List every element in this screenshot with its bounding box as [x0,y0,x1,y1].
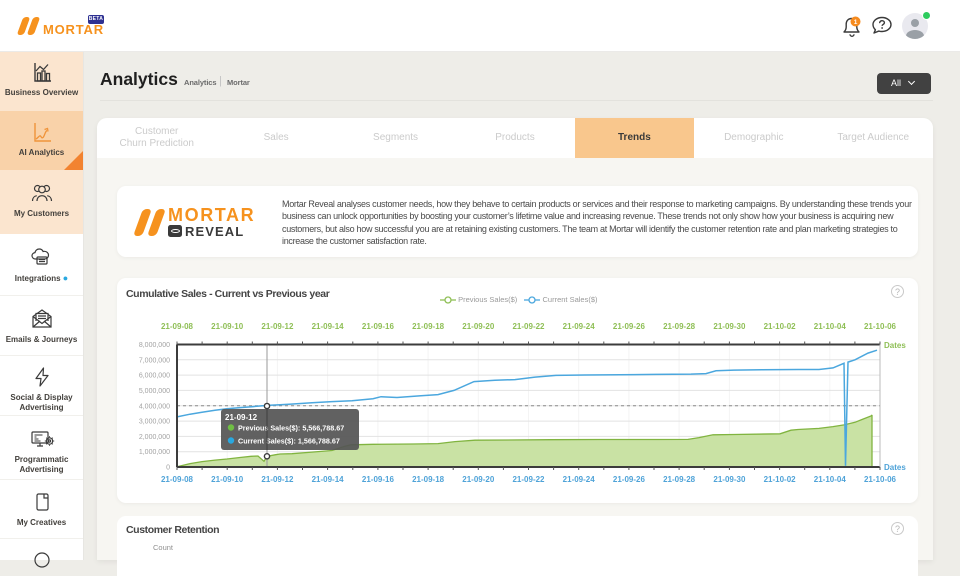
svg-text:21-09-08: 21-09-08 [161,475,194,484]
svg-text:21-09-20: 21-09-20 [462,322,495,331]
svg-text:Current Sales($): 1,566,788.67: Current Sales($): 1,566,788.67 [238,437,340,446]
svg-text:6,000,000: 6,000,000 [139,373,170,380]
svg-text:21-10-06: 21-10-06 [864,322,897,331]
svg-text:2,000,000: 2,000,000 [139,434,170,441]
svg-text:21-09-14: 21-09-14 [312,322,345,331]
svg-text:8,000,000: 8,000,000 [139,342,170,349]
svg-text:21-09-12: 21-09-12 [225,413,258,422]
svg-text:21-09-14: 21-09-14 [312,475,345,484]
svg-text:21-10-06: 21-10-06 [864,475,897,484]
svg-text:21-09-22: 21-09-22 [512,322,545,331]
svg-text:Previous Sales($): 5,566,788.6: Previous Sales($): 5,566,788.67 [238,424,344,433]
svg-text:21-09-30: 21-09-30 [713,322,746,331]
svg-text:21-09-08: 21-09-08 [161,322,194,331]
svg-text:21-10-04: 21-10-04 [814,322,847,331]
svg-text:21-09-10: 21-09-10 [211,322,244,331]
svg-text:21-09-28: 21-09-28 [663,475,696,484]
svg-text:21-09-24: 21-09-24 [563,475,596,484]
svg-text:3,000,000: 3,000,000 [139,419,170,426]
svg-text:21-09-24: 21-09-24 [563,322,596,331]
svg-text:21-09-20: 21-09-20 [462,475,495,484]
svg-text:Dates: Dates [884,463,906,472]
svg-text:21-09-22: 21-09-22 [512,475,545,484]
svg-text:5,000,000: 5,000,000 [139,388,170,395]
svg-text:1,000,000: 1,000,000 [139,449,170,456]
svg-text:21-09-18: 21-09-18 [412,475,445,484]
svg-text:21-09-18: 21-09-18 [412,322,445,331]
svg-text:4,000,000: 4,000,000 [139,403,170,410]
svg-text:1: 1 [854,19,858,26]
svg-text:0: 0 [166,465,170,472]
svg-text:21-10-04: 21-10-04 [814,475,847,484]
svg-text:21-09-12: 21-09-12 [261,475,294,484]
svg-text:21-10-02: 21-10-02 [764,322,797,331]
svg-text:21-09-16: 21-09-16 [362,322,395,331]
svg-text:Dates: Dates [884,341,906,350]
svg-text:21-09-12: 21-09-12 [261,322,294,331]
svg-text:21-09-26: 21-09-26 [613,322,646,331]
svg-text:21-09-16: 21-09-16 [362,475,395,484]
svg-text:21-09-26: 21-09-26 [613,475,646,484]
svg-text:7,000,000: 7,000,000 [139,357,170,364]
svg-text:21-10-02: 21-10-02 [764,475,797,484]
svg-text:21-09-10: 21-09-10 [211,475,244,484]
svg-text:21-09-28: 21-09-28 [663,322,696,331]
svg-text:21-09-30: 21-09-30 [713,475,746,484]
